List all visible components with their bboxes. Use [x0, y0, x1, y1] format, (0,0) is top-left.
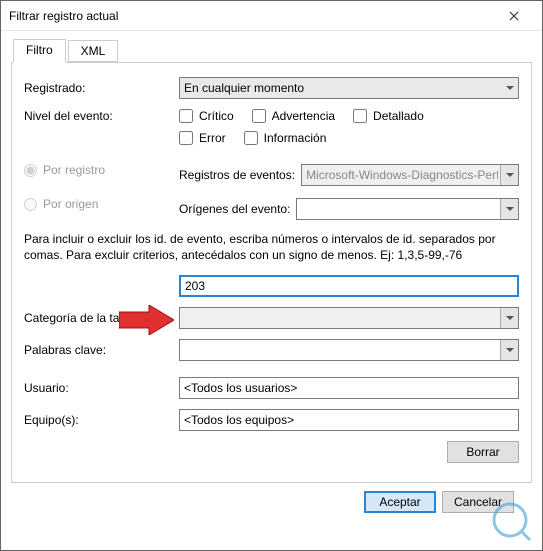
chk-detallado[interactable]: Detallado	[353, 109, 424, 123]
dropdown-icon[interactable]	[500, 199, 518, 219]
nivel-label: Nivel del evento:	[24, 109, 179, 123]
registros-combo	[301, 164, 519, 186]
usuario-label: Usuario:	[24, 381, 179, 395]
dropdown-icon	[500, 165, 518, 185]
chk-error[interactable]: Error	[179, 131, 226, 145]
categoria-label: Categoría de la tarea:	[24, 311, 179, 325]
dropdown-icon[interactable]	[500, 340, 518, 360]
origenes-combo[interactable]	[296, 198, 519, 220]
equipos-input[interactable]	[179, 409, 519, 431]
registrado-label: Registrado:	[24, 81, 179, 95]
radio-por-registro: Por registro	[24, 163, 179, 177]
tab-panel-filtro: Registrado: En cualquier momento Nivel d…	[11, 63, 532, 483]
close-button[interactable]	[494, 2, 534, 30]
aceptar-button[interactable]: Aceptar	[364, 491, 436, 513]
cancelar-button[interactable]: Cancelar	[442, 491, 514, 513]
radio-por-origen: Por origen	[24, 197, 179, 211]
dialog-window: Filtrar registro actual Filtro XML Regis…	[0, 0, 543, 551]
palabras-combo[interactable]	[179, 339, 519, 361]
dialog-footer: Aceptar Cancelar	[11, 483, 532, 513]
dialog-content: Filtro XML Registrado: En cualquier mome…	[1, 31, 542, 521]
chk-advertencia[interactable]: Advertencia	[252, 109, 335, 123]
dropdown-icon	[500, 308, 518, 328]
tab-filtro[interactable]: Filtro	[13, 39, 66, 63]
event-id-help-text: Para incluir o excluir los id. de evento…	[24, 231, 519, 263]
origenes-label: Orígenes del evento:	[179, 202, 290, 216]
categoria-combo	[179, 307, 519, 329]
tab-strip: Filtro XML	[11, 39, 532, 63]
registros-label: Registros de eventos:	[179, 168, 295, 182]
event-id-input[interactable]	[179, 275, 519, 297]
usuario-input[interactable]	[179, 377, 519, 399]
registrado-select[interactable]: En cualquier momento	[179, 77, 519, 99]
equipos-label: Equipo(s):	[24, 413, 179, 427]
window-title: Filtrar registro actual	[9, 9, 494, 23]
chk-informacion[interactable]: Información	[244, 131, 327, 145]
title-bar: Filtrar registro actual	[1, 1, 542, 31]
chk-critico[interactable]: Crítico	[179, 109, 234, 123]
close-icon	[509, 11, 519, 21]
tab-xml[interactable]: XML	[68, 40, 119, 62]
palabras-label: Palabras clave:	[24, 343, 179, 357]
borrar-button[interactable]: Borrar	[447, 441, 519, 463]
